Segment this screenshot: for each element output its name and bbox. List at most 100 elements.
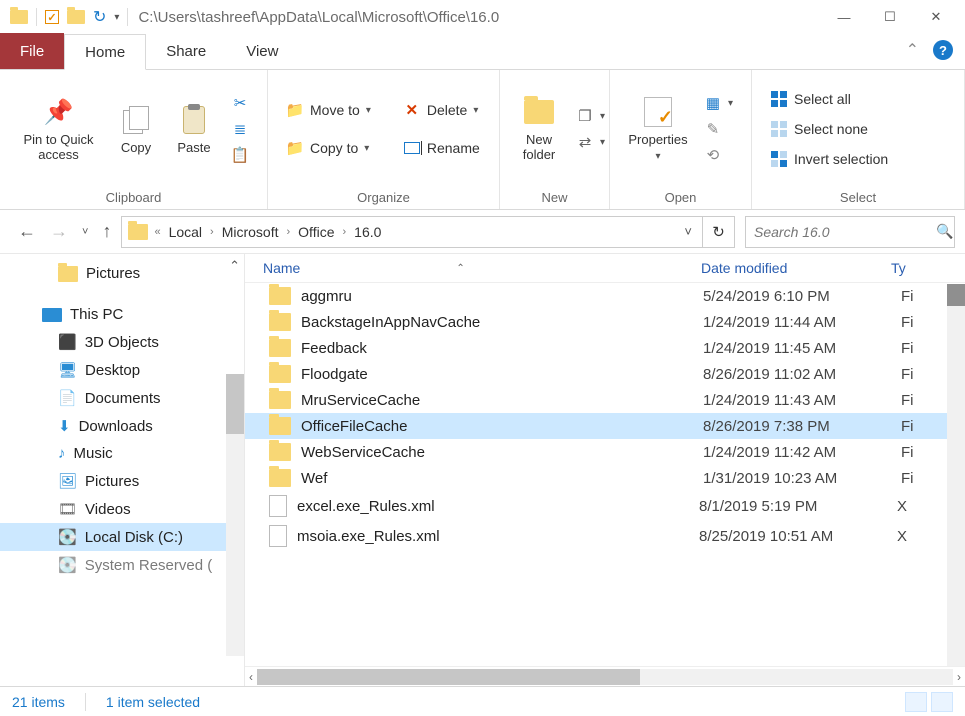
- nav-music[interactable]: ♪Music: [0, 440, 244, 467]
- nav-this-pc[interactable]: This PC: [0, 301, 244, 328]
- scroll-left-icon[interactable]: ‹: [249, 670, 253, 684]
- copy-path-button[interactable]: ≣: [229, 119, 251, 139]
- crumb-office[interactable]: Office: [294, 222, 338, 242]
- chevron-right-icon[interactable]: ›: [342, 226, 346, 238]
- column-date-modified[interactable]: Date modified: [701, 260, 891, 276]
- file-row[interactable]: aggmru5/24/2019 6:10 PMFi: [245, 283, 965, 309]
- file-row[interactable]: Wef1/31/2019 10:23 AMFi: [245, 465, 965, 491]
- scroll-thumb[interactable]: [257, 669, 640, 685]
- close-button[interactable]: ✕: [913, 2, 959, 32]
- move-to-button[interactable]: 📁Move to: [284, 100, 373, 120]
- copy-button[interactable]: Copy: [107, 100, 165, 159]
- thumbnails-view-button[interactable]: [931, 692, 953, 712]
- new-folder-button[interactable]: New folder: [510, 92, 568, 166]
- maximize-button[interactable]: ☐: [867, 2, 913, 32]
- back-button[interactable]: ←: [18, 221, 36, 242]
- invert-selection-button[interactable]: Invert selection: [768, 149, 890, 169]
- nav-label: Desktop: [85, 362, 140, 379]
- file-row[interactable]: excel.exe_Rules.xml8/1/2019 5:19 PMX: [245, 491, 965, 521]
- delete-button[interactable]: ✕Delete: [401, 100, 482, 120]
- paste-label: Paste: [177, 140, 210, 155]
- drive-icon: 💽: [58, 528, 77, 546]
- scroll-track[interactable]: [257, 669, 953, 685]
- rename-button[interactable]: Rename: [401, 138, 482, 158]
- pin-to-quick-access-button[interactable]: 📌 Pin to Quick access: [10, 92, 107, 166]
- search-input[interactable]: [754, 224, 936, 240]
- nav-pictures-quick[interactable]: Pictures: [0, 260, 244, 287]
- vertical-scrollbar[interactable]: [947, 284, 965, 666]
- new-folder-icon: [524, 100, 554, 124]
- history-button[interactable]: ⟲: [702, 145, 735, 165]
- column-type[interactable]: Ty: [891, 260, 931, 276]
- crumb-overflow-icon[interactable]: «: [154, 226, 160, 238]
- nav-scrollbar[interactable]: [226, 374, 244, 656]
- file-row[interactable]: msoia.exe_Rules.xml8/25/2019 10:51 AMX: [245, 521, 965, 551]
- file-row[interactable]: Floodgate8/26/2019 11:02 AMFi: [245, 361, 965, 387]
- nav-3d-objects[interactable]: ⬛3D Objects: [0, 328, 244, 356]
- tab-file[interactable]: File: [0, 33, 64, 69]
- address-bar[interactable]: « Local› Microsoft› Office› 16.0 ˅: [121, 216, 703, 248]
- content-area: ⌃ Pictures This PC ⬛3D Objects 🖥Desktop …: [0, 254, 965, 686]
- file-row[interactable]: OfficeFileCache8/26/2019 7:38 PMFi: [245, 413, 965, 439]
- tab-share[interactable]: Share: [146, 33, 226, 69]
- properties-qat-button[interactable]: ✓: [45, 10, 59, 24]
- tab-view[interactable]: View: [226, 33, 298, 69]
- file-row[interactable]: Feedback1/24/2019 11:45 AMFi: [245, 335, 965, 361]
- new-group-label: New: [500, 188, 609, 209]
- nav-desktop[interactable]: 🖥Desktop: [0, 356, 244, 384]
- folder-icon: [269, 417, 291, 435]
- forward-button[interactable]: →: [50, 221, 68, 242]
- ribbon-collapse-button[interactable]: ⌃: [906, 40, 919, 60]
- properties-button[interactable]: Properties: [620, 92, 696, 166]
- up-button[interactable]: ↑: [102, 221, 111, 242]
- open-button[interactable]: ▦: [702, 93, 735, 113]
- tab-home[interactable]: Home: [64, 34, 146, 70]
- refresh-button[interactable]: ↻: [703, 216, 735, 248]
- nav-local-disk-c[interactable]: 💽Local Disk (C:): [0, 523, 244, 551]
- address-dropdown[interactable]: ˅: [680, 224, 696, 239]
- nav-videos[interactable]: 🎞Videos: [0, 495, 244, 523]
- cut-button[interactable]: ✂: [229, 93, 251, 113]
- minimize-button[interactable]: —: [821, 2, 867, 32]
- rename-label: Rename: [427, 140, 480, 156]
- nav-scroll-thumb[interactable]: [226, 374, 244, 434]
- paste-button[interactable]: Paste: [165, 100, 223, 159]
- search-icon[interactable]: 🔍: [936, 223, 953, 240]
- nav-scroll-up-icon[interactable]: ⌃: [229, 258, 240, 274]
- nav-system-reserved[interactable]: 💽System Reserved (: [0, 551, 244, 579]
- file-row[interactable]: BackstageInAppNavCache1/24/2019 11:44 AM…: [245, 309, 965, 335]
- nav-downloads[interactable]: ⬇Downloads: [0, 412, 244, 440]
- select-group-label: Select: [752, 188, 964, 209]
- vscroll-thumb[interactable]: [947, 284, 965, 306]
- file-row[interactable]: MruServiceCache1/24/2019 11:43 AMFi: [245, 387, 965, 413]
- qat-customize-dropdown[interactable]: ▾: [114, 12, 119, 23]
- edit-button[interactable]: ✎: [702, 119, 735, 139]
- help-button[interactable]: ?: [933, 40, 953, 60]
- paste-shortcut-button[interactable]: 📋: [229, 145, 251, 165]
- new-folder-qat-button[interactable]: [67, 10, 85, 24]
- crumb-16-0[interactable]: 16.0: [350, 222, 385, 242]
- undo-qat-button[interactable]: ↻: [93, 7, 106, 27]
- file-row[interactable]: WebServiceCache1/24/2019 11:42 AMFi: [245, 439, 965, 465]
- nav-pictures[interactable]: 🖼Pictures: [0, 467, 244, 495]
- easy-access-button[interactable]: ⇄: [574, 132, 607, 152]
- horizontal-scrollbar[interactable]: ‹ ›: [245, 666, 965, 686]
- chevron-right-icon[interactable]: ›: [210, 226, 214, 238]
- title-bar: ✓ ↻ ▾ C:\Users\tashreef\AppData\Local\Mi…: [0, 0, 965, 34]
- search-box[interactable]: 🔍: [745, 216, 955, 248]
- crumb-microsoft[interactable]: Microsoft: [218, 222, 283, 242]
- column-name[interactable]: Name⌃: [263, 260, 701, 276]
- recent-locations-button[interactable]: ˅: [82, 226, 88, 238]
- crumb-local[interactable]: Local: [165, 222, 206, 242]
- select-none-button[interactable]: Select none: [768, 119, 890, 139]
- select-all-button[interactable]: Select all: [768, 89, 890, 109]
- nav-documents[interactable]: 📄Documents: [0, 384, 244, 412]
- copy-to-button[interactable]: 📁Copy to: [284, 138, 373, 158]
- file-name: msoia.exe_Rules.xml: [297, 528, 699, 545]
- new-item-button[interactable]: ❐: [574, 106, 607, 126]
- chevron-right-icon[interactable]: ›: [287, 226, 291, 238]
- copy-to-label: Copy to: [310, 140, 358, 156]
- details-view-button[interactable]: [905, 692, 927, 712]
- scroll-right-icon[interactable]: ›: [957, 670, 961, 684]
- file-type: Fi: [901, 340, 941, 357]
